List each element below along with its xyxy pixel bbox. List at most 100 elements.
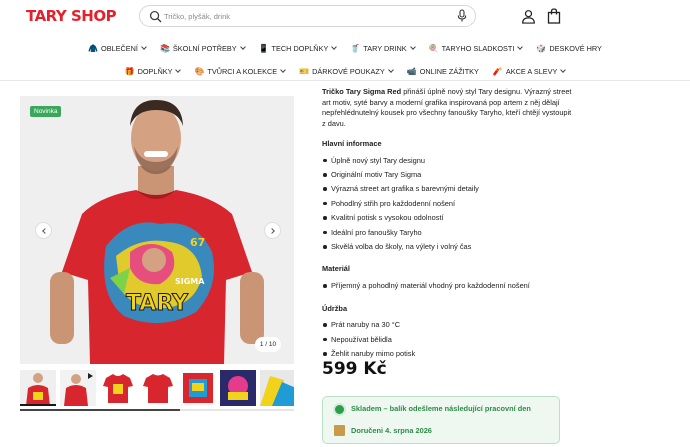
nav-label: AKCE A SLEVY — [505, 66, 558, 76]
coat-icon: 🧥 — [88, 43, 99, 53]
list-item: Příjemný a pohodlný materiál vhodný pro … — [322, 281, 572, 295]
chevron-down-icon — [141, 44, 147, 50]
chevron-left-icon — [41, 227, 48, 234]
section-title: Hlavní informace — [322, 138, 382, 148]
nav-label: DESKOVÉ HRY — [549, 43, 602, 53]
search-bar[interactable] — [139, 5, 476, 27]
thumbnail[interactable] — [100, 370, 136, 406]
nav-item-deskove-hry[interactable]: 🎲 DESKOVÉ HRY — [529, 38, 609, 58]
main-nav-row-1: 🧥 OBLEČENÍ 📚 ŠKOLNÍ POTŘEBY 📱 TECH DOPLŇ… — [0, 38, 690, 58]
microphone-icon[interactable] — [456, 9, 468, 23]
list-item: Pohodlný střih pro každodenní nošení — [322, 199, 572, 213]
shirt-graphic: 67 SIGMA TARY — [104, 222, 214, 324]
nav-item-tech-doplnky[interactable]: 📱 TECH DOPLŇKY — [252, 38, 344, 58]
scrollbar-thumb[interactable] — [20, 409, 180, 411]
chevron-down-icon — [331, 44, 338, 50]
list-item: Nepoužívat bělidla — [322, 335, 572, 349]
lollipop-icon: 🍭 — [428, 43, 439, 53]
dice-icon: 🎲 — [536, 43, 547, 53]
nav-item-online-zazitky[interactable]: 📹 ONLINE ZÁŽITKY — [400, 61, 486, 81]
chevron-down-icon — [517, 44, 524, 50]
product-description: Tričko Tary Sigma Red přináší úplně nový… — [322, 87, 572, 371]
nav-item-doplnky[interactable]: 🎁 DOPLŇKY — [118, 61, 188, 81]
chevron-down-icon — [175, 67, 182, 73]
search-icon — [149, 10, 162, 23]
chevron-down-icon — [560, 67, 567, 73]
list-item: Originální motiv Tary Sigma — [322, 170, 572, 184]
nav-label: ONLINE ZÁŽITKY — [419, 66, 479, 76]
list-item: Kvalitní potisk s vysokou odolností — [322, 213, 572, 227]
nav-item-tary-drink[interactable]: 🥤 TARY DRINK — [343, 38, 421, 58]
prev-image-button[interactable] — [35, 222, 52, 239]
chevron-down-icon — [409, 44, 416, 50]
in-stock-dot-icon — [335, 405, 344, 414]
nav-label: ŠKOLNÍ POTŘEBY — [172, 43, 237, 53]
thumbnail-video[interactable] — [60, 370, 96, 406]
search-input[interactable] — [164, 8, 444, 24]
feature-list: Úplně nový styl Tary designu Originální … — [322, 156, 572, 257]
chevron-down-icon — [387, 67, 394, 73]
intro-paragraph: Tričko Tary Sigma Red přináší úplně nový… — [322, 87, 572, 130]
palette-icon: 🎨 — [194, 66, 205, 76]
nav-divider — [0, 80, 690, 81]
next-image-button[interactable] — [264, 222, 281, 239]
gift-icon: 🎁 — [124, 66, 135, 76]
nav-item-tvurci[interactable]: 🎨 TVŮRCI A KOLEKCE — [187, 61, 292, 81]
list-item: Skvělá volba do školy, na výlety i volný… — [322, 242, 572, 256]
nav-label: OBLEČENÍ — [101, 43, 138, 53]
nav-item-poukazy[interactable]: 🎫 DÁRKOVÉ POUKAZY — [292, 61, 400, 81]
account-icon[interactable] — [521, 9, 536, 24]
nav-label: DOPLŇKY — [137, 66, 173, 76]
product-price: 599 Kč — [322, 359, 387, 379]
nav-label: DÁRKOVÉ POUKAZY — [312, 66, 385, 76]
thumbnail[interactable] — [260, 370, 294, 406]
list-item: Úplně nový styl Tary designu — [322, 156, 572, 170]
thumbnail[interactable] — [180, 370, 216, 406]
thumbnail[interactable] — [20, 370, 56, 406]
nav-label: TARY DRINK — [363, 43, 407, 53]
product-name: Tričko Tary Sigma Red — [322, 87, 402, 96]
section-title: Materiál — [322, 264, 350, 274]
site-header: TARY SHOP — [0, 0, 690, 34]
main-nav-row-2: 🎁 DOPLŇKY 🎨 TVŮRCI A KOLEKCE 🎫 DÁRKOVÉ P… — [0, 61, 690, 81]
cart-icon[interactable] — [547, 8, 561, 24]
nav-label: TARYHO SLADKOSTI — [441, 43, 515, 53]
package-icon — [334, 425, 345, 436]
stock-status: Skladem – balík odešleme následující pra… — [351, 404, 531, 413]
material-list: Příjemný a pohodlný materiál vhodný pro … — [322, 281, 572, 295]
shirt-sigma: SIGMA — [175, 277, 205, 286]
nav-item-skolni-potreby[interactable]: 📚 ŠKOLNÍ POTŘEBY — [153, 38, 252, 58]
delivery-date: Doručeni 4. srpna 2026 — [351, 426, 432, 435]
chevron-down-icon — [280, 67, 287, 73]
ticket-icon: 🎫 — [299, 66, 310, 76]
nav-item-sladkosti[interactable]: 🍭 TARYHO SLADKOSTI — [422, 38, 530, 58]
nav-label: TVŮRCI A KOLEKCE — [207, 66, 278, 76]
nav-item-obleceni[interactable]: 🧥 OBLEČENÍ — [81, 38, 153, 58]
product-photo: 67 SIGMA TARY — [20, 96, 294, 364]
product-image[interactable]: 67 SIGMA TARY — [20, 96, 294, 364]
section-title: Údržba — [322, 303, 348, 313]
thumbnail[interactable] — [220, 370, 256, 406]
list-item: Ideální pro fanoušky Taryho — [322, 228, 572, 242]
thumbnail-scrollbar[interactable] — [20, 409, 294, 411]
phone-icon: 📱 — [258, 43, 269, 53]
new-badge: Novinka — [30, 106, 62, 117]
firecracker-icon: 🧨 — [492, 66, 503, 76]
books-icon: 📚 — [159, 43, 170, 53]
nav-item-akce[interactable]: 🧨 AKCE A SLEVY — [486, 61, 572, 81]
chevron-down-icon — [239, 44, 246, 50]
list-item: Prát naruby na 30 °C — [322, 320, 572, 334]
thumbnail[interactable] — [140, 370, 176, 406]
logo[interactable]: TARY SHOP — [26, 7, 117, 25]
thumbnail-strip — [20, 370, 294, 408]
camera-icon: 📹 — [406, 66, 417, 76]
availability-box: Skladem – balík odešleme následující pra… — [322, 396, 560, 444]
shirt-number: 67 — [190, 236, 205, 249]
image-counter: 1 / 10 — [255, 337, 281, 352]
shirt-tary: TARY — [126, 291, 189, 316]
drink-icon: 🥤 — [350, 43, 361, 53]
nav-label: TECH DOPLŇKY — [271, 43, 329, 53]
chevron-right-icon — [268, 227, 275, 234]
list-item: Výrazná street art grafika s barevnými d… — [322, 184, 572, 198]
care-list: Prát naruby na 30 °C Nepoužívat bělidla … — [322, 320, 572, 363]
